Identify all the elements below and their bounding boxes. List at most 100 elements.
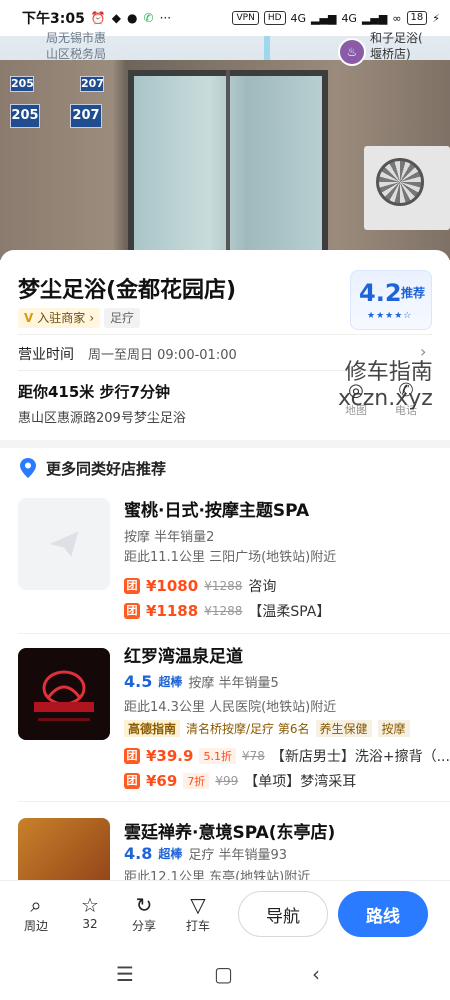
star-icon: ☆ <box>81 893 99 917</box>
merchant-tag[interactable]: V 入驻商家 › <box>18 308 101 328</box>
category-tag: 足疗 <box>104 308 141 328</box>
chevron-right-icon[interactable]: › <box>420 342 426 361</box>
deal-row[interactable]: 团 ¥1080 ¥1288 咨询 <box>124 576 276 596</box>
map-label-nearby-store: 和子足浴( 堰桥店) <box>370 31 423 61</box>
shop-meta: 按摩 半年销量5 <box>188 676 279 691</box>
nearby-label: 周边 <box>23 919 48 933</box>
rating-score: 4.2 <box>359 279 402 307</box>
deal-title: 【单项】梦湾采耳 <box>244 774 357 790</box>
deal-row[interactable]: 团 ¥1188 ¥1288 【温柔SPA】 <box>124 601 330 621</box>
watermark: 修车指南 xczn.xyz <box>338 360 433 412</box>
shop-item[interactable]: 红罗湾温泉足道 4.5 超棒 按摩 半年销量5 距此14.3公里 人民医院(地铁… <box>0 634 450 802</box>
door-plate: 207 <box>70 104 102 128</box>
qq-icon: ◆ <box>111 11 122 25</box>
verified-icon: V <box>24 311 34 325</box>
deal-original-price: ¥1288 <box>204 604 243 618</box>
deal-discount: 7折 <box>183 773 210 789</box>
deal-price: ¥69 <box>146 772 178 790</box>
guide-rank: 清名桥按摩/足疗 第6名 <box>186 722 310 736</box>
store-title: 梦尘足浴(金都花园店) <box>18 278 237 303</box>
taxi-icon: ▽ <box>190 893 206 917</box>
status-right: VPN HD 4G ▂▄▆ 4G ▂▄▆ ∞ 18 ⚡ <box>232 11 440 25</box>
hd-badge: HD <box>263 11 286 25</box>
group-buy-icon: 团 <box>124 603 140 619</box>
map-pin-icon[interactable]: ♨ <box>338 38 366 66</box>
merchant-tag-label: 入驻商家 <box>37 311 86 325</box>
store-photo[interactable]: 205 207 205 207 <box>0 60 450 260</box>
back-icon[interactable]: ‹ <box>312 962 320 986</box>
store-info-card: 梦尘足浴(金都花园店) V 入驻商家 › 足疗 4.2 推荐 ★★★★☆ 营业时… <box>0 250 450 440</box>
home-icon[interactable]: ▢ <box>214 962 233 986</box>
signal-icon-2: 4G <box>341 11 357 25</box>
hours-value[interactable]: 周一至周日 09:00-01:00 <box>88 344 237 363</box>
route-button[interactable]: 路线 <box>338 891 428 937</box>
photo-door-divider <box>226 70 230 260</box>
shop-name: 红罗湾温泉足道 <box>124 647 243 667</box>
location-pin-icon <box>20 458 36 478</box>
deal-original-price: ¥99 <box>215 774 239 788</box>
battery-indicator: 18 <box>406 11 428 25</box>
deal-price: ¥39.9 <box>146 747 194 765</box>
distance-text: 距你415米 步行7分钟 <box>18 383 170 401</box>
photo-ac-unit <box>364 146 450 230</box>
group-buy-icon: 团 <box>124 578 140 594</box>
vpn-badge: VPN <box>232 11 259 25</box>
watermark-line1: 修车指南 <box>344 360 433 385</box>
signal-bars-icon: ▂▄▆ <box>311 11 337 25</box>
system-nav-bar: ☰ ▢ ‹ <box>0 948 450 1000</box>
nearby-button[interactable]: ⌕ 周边 <box>16 893 56 934</box>
favorite-button[interactable]: ☆ 32 <box>70 893 110 931</box>
menu-icon[interactable]: ☰ <box>116 962 134 986</box>
alarm-icon: ⏰ <box>90 11 106 25</box>
shop-item[interactable]: 雲廷禅养·意境SPA(东亭店) 4.8 超棒 足疗 半年销量93 距此12.1公… <box>0 802 450 880</box>
chevron-right-icon: › <box>89 311 95 325</box>
guide-tag: 按摩 <box>377 720 410 737</box>
phone-icon: ✆ <box>143 11 154 25</box>
favorite-count: 32 <box>82 917 98 931</box>
guide-tags[interactable]: 高德指南 清名桥按摩/足疗 第6名 养生保健 按摩 <box>124 720 410 737</box>
group-buy-icon: 团 <box>124 773 140 789</box>
shop-thumbnail <box>18 818 110 880</box>
door-plate: 205 <box>10 76 34 92</box>
shop-meta: 足疗 半年销量93 <box>188 848 288 863</box>
penguin-icon: ● <box>127 11 138 25</box>
more-icon: ··· <box>159 11 172 25</box>
deal-title: 咨询 <box>248 579 277 595</box>
deal-title: 【温柔SPA】 <box>248 604 331 620</box>
deal-original-price: ¥1288 <box>204 579 243 593</box>
rating-badge[interactable]: 4.2 推荐 ★★★★☆ <box>350 270 432 330</box>
taxi-button[interactable]: ▽ 打车 <box>178 893 218 934</box>
rating-label: 推荐 <box>401 286 426 300</box>
deal-discount: 5.1折 <box>199 748 236 764</box>
deal-row[interactable]: 团 ¥39.9 5.1折 ¥78 【新店男士】洗浴+擦背（... <box>124 746 450 766</box>
shop-location: 距此12.1公里 东亭(地铁站)附近 <box>124 870 311 880</box>
shop-thumbnail <box>18 648 110 740</box>
shop-logo-image <box>34 670 94 721</box>
deal-original-price: ¥78 <box>241 749 265 763</box>
shop-rating-row: 4.5 超棒 按摩 半年销量5 <box>124 672 279 691</box>
deal-price: ¥1188 <box>146 602 199 620</box>
shop-item[interactable]: 蜜桃·日式·按摩主题SPA 按摩 半年销量2 距此11.1公里 三阳广场(地铁站… <box>0 488 450 634</box>
placeholder-image-icon <box>49 531 79 557</box>
address-text: 惠山区惠源路209号梦尘足浴 <box>18 411 186 426</box>
guide-tag: 养生保健 <box>315 720 372 737</box>
watermark-line2: xczn.xyz <box>338 386 433 411</box>
door-plate: 207 <box>80 76 104 92</box>
shop-name: 雲廷禅养·意境SPA(东亭店) <box>124 823 336 843</box>
navigate-button[interactable]: 导航 <box>238 891 328 937</box>
recommend-header: 更多同类好店推荐 <box>0 448 450 488</box>
shop-location: 距此11.1公里 三阳广场(地铁站)附近 <box>124 550 337 565</box>
charging-icon: ⚡ <box>432 11 440 25</box>
shop-rating-row: 4.8 超棒 足疗 半年销量93 <box>124 844 287 863</box>
shop-score-label: 超棒 <box>158 675 183 689</box>
shop-name: 蜜桃·日式·按摩主题SPA <box>124 501 310 521</box>
shop-score: 4.8 <box>124 844 153 863</box>
share-button[interactable]: ↻ 分享 <box>124 893 164 934</box>
divider <box>18 334 432 335</box>
search-icon: ⌕ <box>30 893 42 917</box>
deal-row[interactable]: 团 ¥69 7折 ¥99 【单项】梦湾采耳 <box>124 771 356 791</box>
deal-title: 【新店男士】洗浴+擦背（... <box>270 749 450 765</box>
rating-stars-icon: ★★★★☆ <box>367 311 413 321</box>
taxi-label: 打车 <box>185 919 210 933</box>
map-label-tax-bureau: 局无锡市惠 山区税务局 <box>46 31 107 61</box>
